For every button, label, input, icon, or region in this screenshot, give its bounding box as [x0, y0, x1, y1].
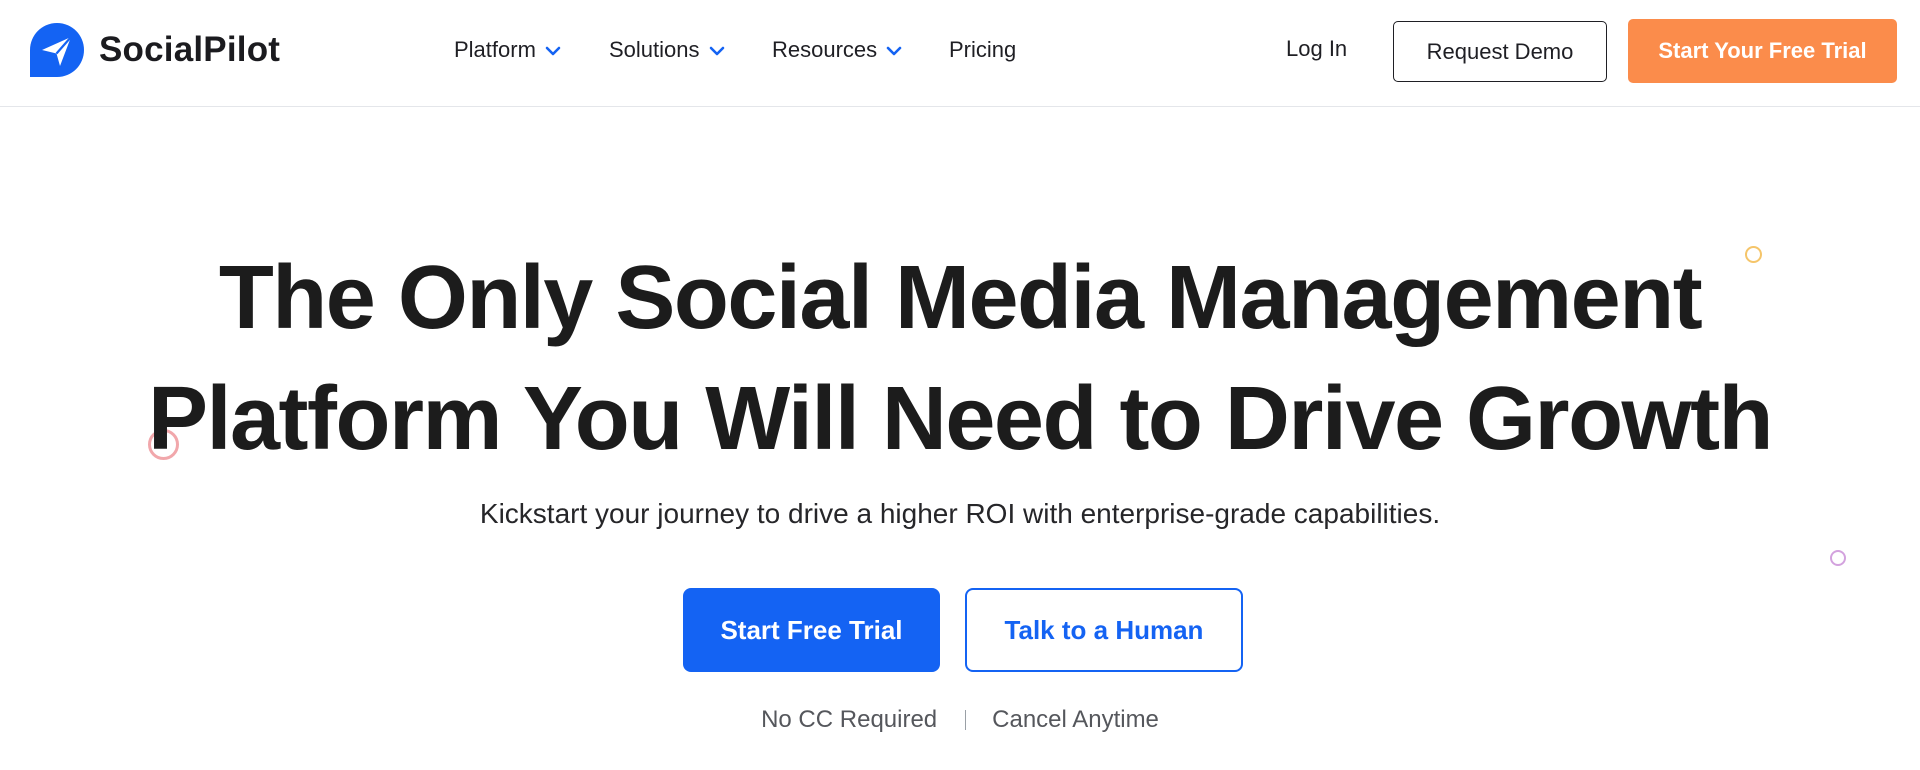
- nav-item-label: Solutions: [609, 37, 700, 62]
- site-header: SocialPilot Platform Solutions Resources…: [0, 0, 1920, 107]
- nav-item-resources[interactable]: Resources: [772, 33, 902, 67]
- note-divider: [965, 710, 967, 730]
- nav-item-solutions[interactable]: Solutions: [609, 33, 725, 67]
- nav-item-pricing[interactable]: Pricing: [949, 33, 1016, 67]
- cancel-anytime-note: Cancel Anytime: [992, 706, 1159, 733]
- hero-title-line-2: Platform You Will Need to Drive Growth: [147, 369, 1774, 469]
- chevron-down-icon: [709, 46, 724, 55]
- chevron-down-icon: [886, 46, 902, 55]
- trial-notes: No CC Required Cancel Anytime: [0, 706, 1920, 734]
- nav-item-label: Platform: [454, 37, 536, 62]
- request-demo-button[interactable]: Request Demo: [1393, 21, 1607, 82]
- no-cc-required-note: No CC Required: [761, 706, 938, 733]
- start-free-trial-button[interactable]: Start Free Trial: [683, 588, 940, 672]
- hero-title: The Only Social Media Management Platfor…: [0, 238, 1920, 480]
- chevron-down-icon: [545, 46, 561, 55]
- nav-item-platform[interactable]: Platform: [454, 33, 561, 67]
- talk-to-human-button[interactable]: Talk to a Human: [965, 588, 1243, 672]
- brand-logo-link[interactable]: SocialPilot: [28, 20, 280, 80]
- hero-subtitle: Kickstart your journey to drive a higher…: [479, 498, 1441, 529]
- paper-plane-icon: [30, 23, 84, 77]
- nav-item-label: Pricing: [949, 37, 1017, 62]
- login-link[interactable]: Log In: [1286, 36, 1347, 62]
- hero-title-line-1: The Only Social Media Management: [218, 248, 1703, 348]
- decorative-circle-purple: [1830, 550, 1846, 566]
- nav-item-label: Resources: [772, 37, 878, 62]
- start-free-trial-header-button[interactable]: Start Your Free Trial: [1628, 19, 1897, 83]
- brand-name: SocialPilot: [99, 30, 281, 69]
